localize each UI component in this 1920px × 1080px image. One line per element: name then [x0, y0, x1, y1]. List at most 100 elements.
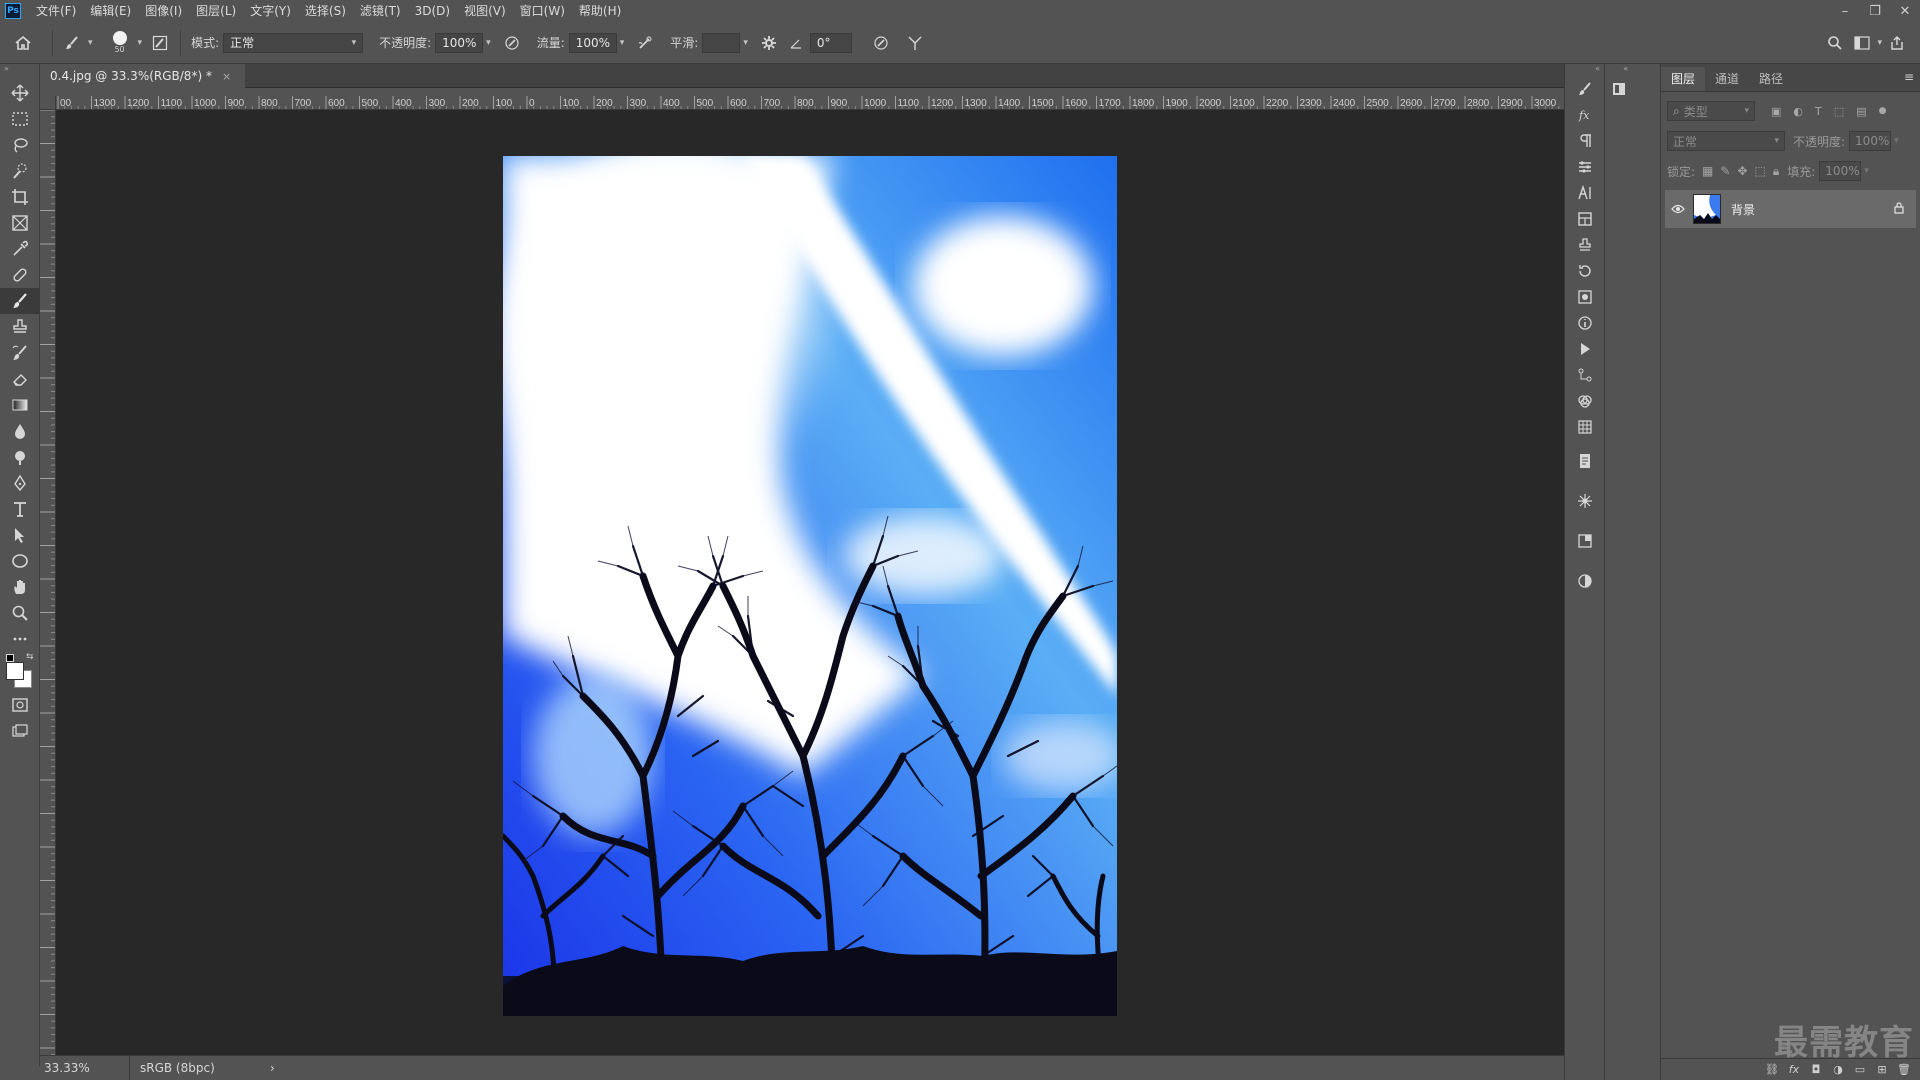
screen-mode-icon[interactable]: [0, 718, 40, 744]
quick-selection-tool-icon[interactable]: [0, 158, 40, 184]
filter-shape-icon[interactable]: ⬚: [1834, 105, 1844, 118]
styles-panel-icon[interactable]: fx: [1565, 102, 1605, 128]
properties-panel-icon[interactable]: [1565, 528, 1605, 554]
marquee-tool-icon[interactable]: [0, 106, 40, 132]
layer-name[interactable]: 背景: [1731, 201, 1755, 218]
menu-type[interactable]: 文字(Y): [243, 0, 298, 22]
eye-icon[interactable]: [1665, 204, 1691, 214]
tab-layers[interactable]: 图层: [1661, 67, 1706, 91]
canvas-area[interactable]: [56, 110, 1564, 1055]
chevron-down-icon[interactable]: ▾: [1894, 136, 1899, 146]
chevron-down-icon[interactable]: ▾: [743, 38, 748, 48]
search-icon[interactable]: [1820, 35, 1850, 51]
collapse-icon[interactable]: »: [0, 64, 39, 74]
paragraph-panel-icon[interactable]: [1565, 128, 1605, 154]
trash-icon[interactable]: 🗑︎: [1893, 1063, 1915, 1076]
blur-tool-icon[interactable]: [0, 418, 40, 444]
document-info[interactable]: sRGB (8bpc): [130, 1061, 270, 1075]
color-swatches[interactable]: ⇆: [0, 652, 39, 692]
status-menu-arrow[interactable]: ›: [270, 1061, 275, 1075]
home-icon[interactable]: [0, 34, 46, 52]
swap-colors-icon[interactable]: ⇆: [26, 652, 34, 662]
panel-menu-icon[interactable]: ≡: [1904, 70, 1914, 84]
filter-smart-object-icon[interactable]: ▤: [1856, 105, 1866, 118]
foreground-color-swatch[interactable]: [6, 662, 24, 680]
pressure-size-icon[interactable]: [866, 35, 896, 51]
history-brush-tool-icon[interactable]: [0, 340, 40, 366]
minimize-button[interactable]: –: [1830, 0, 1860, 22]
swatches-panel-icon[interactable]: [1605, 76, 1633, 102]
lock-artboard-icon[interactable]: ⬚: [1755, 164, 1766, 178]
document-tab[interactable]: 0.4.jpg @ 33.3%(RGB/8*) * ×: [40, 64, 246, 88]
eyedropper-tool-icon[interactable]: [0, 236, 40, 262]
libraries-panel-icon[interactable]: [1565, 206, 1605, 232]
filter-adjustment-icon[interactable]: ◐: [1793, 105, 1803, 118]
crop-tool-icon[interactable]: [0, 184, 40, 210]
pen-tool-icon[interactable]: [0, 470, 40, 496]
brush-size-picker[interactable]: 50: [105, 31, 135, 54]
document-image[interactable]: [503, 156, 1117, 1016]
share-icon[interactable]: [1882, 35, 1912, 51]
filter-type-icon[interactable]: T: [1815, 105, 1822, 118]
horizontal-ruler[interactable]: 00 1300 1200 1100 1000 900 800 700 600 500 400 300 2…: [56, 96, 1564, 110]
adjustment-layer-icon[interactable]: ◑: [1827, 1063, 1849, 1076]
3d-panel-icon[interactable]: [1565, 488, 1605, 514]
clone-stamp-tool-icon[interactable]: [0, 314, 40, 340]
gear-icon[interactable]: [754, 35, 784, 51]
color-panel-icon[interactable]: [1565, 284, 1605, 310]
chevron-down-icon[interactable]: ▾: [486, 38, 491, 48]
layer-opacity-input[interactable]: 100%: [1849, 131, 1892, 151]
eraser-tool-icon[interactable]: [0, 366, 40, 392]
angle-input[interactable]: 0°: [809, 32, 852, 53]
menu-edit[interactable]: 编辑(E): [83, 0, 138, 22]
layer-filter-select[interactable]: ⌕ 类型 ▾: [1667, 101, 1755, 121]
default-colors-icon[interactable]: [6, 654, 14, 662]
fx-icon[interactable]: fx: [1783, 1063, 1805, 1076]
dodge-tool-icon[interactable]: [0, 444, 40, 470]
brush-tool-icon[interactable]: [0, 288, 40, 314]
new-layer-icon[interactable]: ⊞: [1871, 1063, 1893, 1076]
healing-brush-tool-icon[interactable]: [0, 262, 40, 288]
tab-paths[interactable]: 路径: [1749, 67, 1793, 91]
history-panel-icon[interactable]: [1565, 258, 1605, 284]
zoom-level[interactable]: 33.33%: [40, 1055, 130, 1080]
fill-input[interactable]: 100%: [1819, 161, 1862, 181]
lock-image-icon[interactable]: ✎: [1720, 164, 1730, 178]
close-button[interactable]: ✕: [1890, 0, 1920, 22]
vertical-ruler[interactable]: [40, 110, 56, 1055]
path-selection-tool-icon[interactable]: [0, 522, 40, 548]
lock-icon[interactable]: [1894, 201, 1904, 217]
brush-settings-panel-icon[interactable]: [1565, 76, 1605, 102]
frame-tool-icon[interactable]: [0, 210, 40, 236]
lock-all-icon[interactable]: 🔒︎: [1773, 164, 1779, 179]
brush-preset-icon[interactable]: [59, 35, 85, 51]
chevron-down-icon[interactable]: ▾: [88, 38, 93, 48]
pressure-opacity-icon[interactable]: [497, 35, 527, 51]
channels-panel-icon[interactable]: [1565, 388, 1605, 414]
navigator-panel-icon[interactable]: [1565, 568, 1605, 594]
actions-panel-icon[interactable]: [1565, 336, 1605, 362]
chevron-down-icon[interactable]: ▾: [138, 38, 143, 48]
move-tool-icon[interactable]: [0, 80, 40, 106]
link-layers-icon[interactable]: ⛓: [1761, 1063, 1783, 1076]
workspace-icon[interactable]: [1850, 35, 1874, 50]
layer-item[interactable]: 背景: [1665, 190, 1916, 228]
menu-view[interactable]: 视图(V): [457, 0, 513, 22]
add-mask-icon[interactable]: ◘: [1805, 1063, 1827, 1076]
close-tab-icon[interactable]: ×: [222, 70, 231, 83]
character-panel-icon[interactable]: [1565, 180, 1605, 206]
restore-button[interactable]: ❐: [1860, 0, 1890, 22]
menu-help[interactable]: 帮助(H): [572, 0, 628, 22]
clone-source-panel-icon[interactable]: [1565, 232, 1605, 258]
collapse-icon[interactable]: «: [1605, 64, 1632, 76]
brush-settings-icon[interactable]: [146, 35, 174, 51]
menu-file[interactable]: 文件(F): [29, 0, 83, 22]
more-tools-icon[interactable]: [0, 626, 40, 652]
filter-toggle-icon[interactable]: ●: [1879, 106, 1887, 116]
lasso-tool-icon[interactable]: [0, 132, 40, 158]
paths-panel-icon[interactable]: [1565, 362, 1605, 388]
menu-image[interactable]: 图像(I): [138, 0, 189, 22]
lock-transparent-icon[interactable]: ▦: [1702, 164, 1713, 178]
blend-mode-select[interactable]: 正常 ▾: [1667, 131, 1785, 151]
hand-tool-icon[interactable]: [0, 574, 40, 600]
